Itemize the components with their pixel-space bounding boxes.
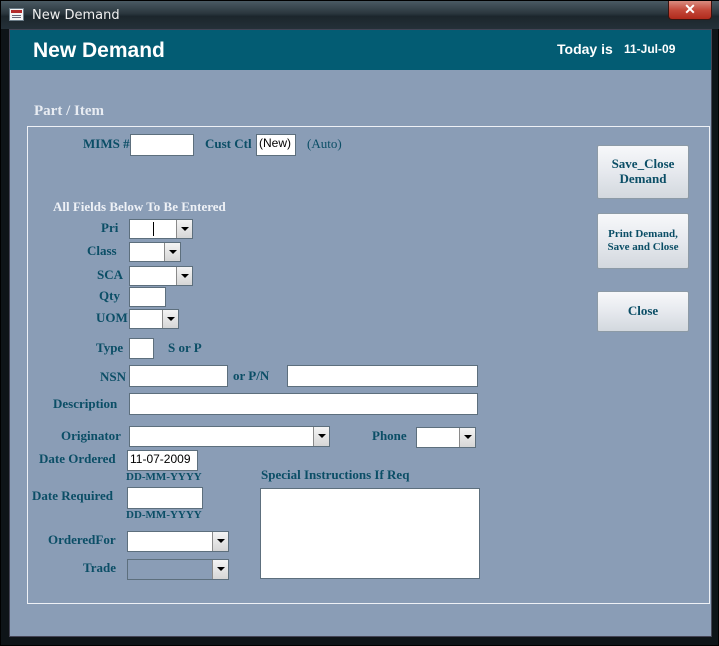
form-title: New Demand	[33, 39, 165, 62]
mims-label: MIMS #	[83, 136, 130, 151]
qty-label: Qty	[99, 288, 120, 303]
all-fields-notice: All Fields Below To Be Entered	[53, 199, 226, 214]
chevron-down-icon[interactable]	[313, 427, 329, 446]
type-input[interactable]	[129, 338, 154, 359]
print-demand-save-close-button[interactable]: Print Demand, Save and Close	[597, 213, 689, 269]
print-line2: Save and Close	[607, 241, 679, 253]
window-title: New Demand	[32, 8, 120, 23]
save-close-demand-button[interactable]: Save_Close Demand	[597, 145, 689, 199]
section-title-part-item: Part / Item	[34, 103, 104, 119]
uom-combo[interactable]	[129, 309, 179, 329]
description-input[interactable]	[129, 393, 478, 415]
originator-combo[interactable]	[129, 426, 330, 447]
cust-ctl-field: (New)	[256, 134, 296, 156]
uom-label: UOM	[96, 310, 128, 325]
form-icon	[9, 8, 24, 21]
trade-label: Trade	[83, 560, 116, 575]
cust-ctl-label: Cust Ctl	[205, 136, 252, 151]
qty-input[interactable]	[129, 287, 166, 307]
date-required-label: Date Required	[32, 488, 114, 503]
special-instructions-textarea[interactable]	[260, 488, 480, 579]
part-number-input[interactable]	[287, 365, 478, 387]
cust-ctl-auto-hint: (Auto)	[307, 136, 342, 151]
window-close-button[interactable]: ✕	[668, 1, 712, 20]
sca-label: SCA	[97, 267, 124, 282]
form-header: New Demand Today is 11-Jul-09	[10, 30, 711, 70]
access-window: New Demand ✕ New Demand Today is 11-Jul-…	[0, 0, 719, 646]
date-ordered-label: Date Ordered	[39, 451, 116, 466]
nsn-label: NSN	[100, 369, 127, 384]
phone-combo[interactable]	[416, 427, 476, 448]
sca-combo[interactable]	[129, 266, 193, 286]
class-combo[interactable]	[129, 242, 181, 262]
ordered-for-combo[interactable]	[127, 531, 229, 552]
description-label: Description	[53, 396, 118, 411]
chevron-down-icon[interactable]	[176, 267, 192, 285]
date-required-input[interactable]	[127, 487, 203, 509]
save-close-line1: Save_Close	[611, 156, 675, 172]
chevron-down-icon[interactable]	[212, 532, 228, 551]
or-pn-label: or P/N	[233, 368, 270, 383]
close-button[interactable]: Close	[597, 291, 689, 332]
date-required-format-hint: DD-MM-YYYY	[126, 509, 202, 521]
pri-combo[interactable]	[129, 219, 193, 239]
originator-label: Originator	[61, 428, 121, 443]
today-date: 11-Jul-09	[624, 42, 676, 56]
type-hint: S or P	[168, 340, 202, 355]
phone-label: Phone	[372, 428, 407, 443]
chevron-down-icon[interactable]	[176, 220, 192, 238]
chevron-down-icon[interactable]	[162, 310, 178, 328]
trade-combo[interactable]	[127, 559, 229, 580]
nsn-input[interactable]	[129, 365, 228, 387]
date-ordered-input[interactable]: 11-07-2009	[127, 450, 198, 471]
special-instructions-label: Special Instructions If Req	[261, 467, 410, 482]
chevron-down-icon[interactable]	[164, 243, 180, 261]
chevron-down-icon[interactable]	[459, 428, 475, 447]
today-label: Today is	[557, 41, 613, 57]
chevron-down-icon[interactable]	[212, 560, 228, 579]
date-ordered-format-hint: DD-MM-YYYY	[126, 471, 202, 483]
print-line1: Print Demand,	[608, 228, 678, 241]
class-label: Class	[87, 243, 117, 258]
pri-label: Pri	[101, 220, 119, 235]
type-label: Type	[96, 340, 124, 355]
text-cursor	[153, 222, 154, 236]
save-close-line2: Demand	[619, 171, 667, 186]
mims-input[interactable]	[130, 134, 194, 156]
title-bar: New Demand ✕	[1, 1, 719, 29]
new-demand-form: New Demand Today is 11-Jul-09 Part / Ite…	[9, 29, 712, 637]
ordered-for-label: OrderedFor	[48, 532, 116, 547]
